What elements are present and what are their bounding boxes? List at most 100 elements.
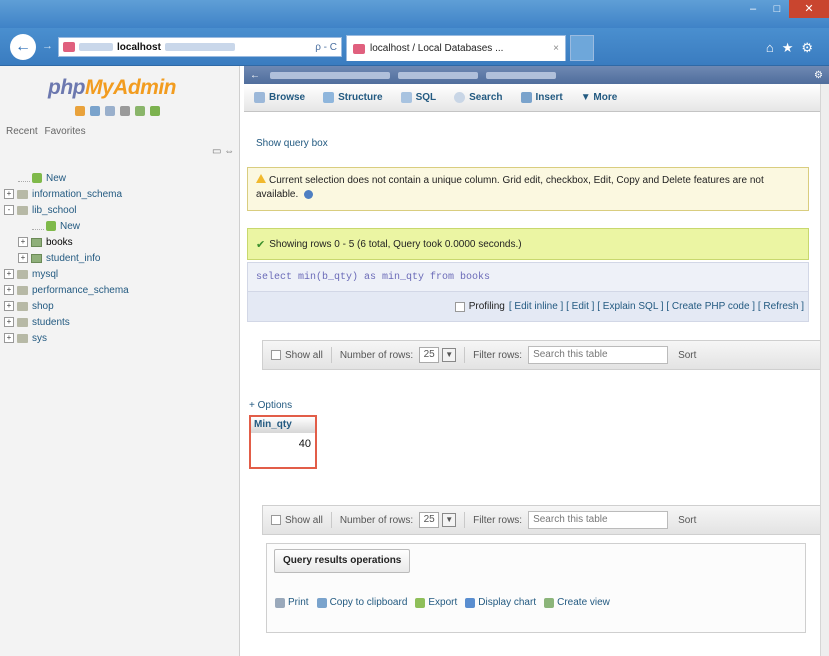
copy-to-clipboard-link[interactable]: Copy to clipboard [316,597,408,608]
rows-per-page-select[interactable]: 25 ▼ [419,512,457,528]
tab-search[interactable]: Search [454,92,503,103]
tree-item-student-info[interactable]: + student_info [4,250,236,266]
forward-button[interactable]: → [42,40,53,52]
vertical-scrollbar[interactable] [820,84,829,656]
tree-item-lib-school[interactable]: - lib_school [4,202,236,218]
tree-item-information-schema[interactable]: + information_schema [4,186,236,202]
print-link[interactable]: Print [275,597,309,608]
options-toggle[interactable]: + Options [249,400,292,411]
back-button[interactable]: ← [10,34,36,60]
help-icon[interactable] [304,189,314,199]
database-icon [17,205,28,215]
logo-myadmin-text: MyAdmin [84,76,177,99]
tree-item-label: sys [32,332,47,344]
tree-item-label: lib_school [32,204,77,216]
settings-gear-icon[interactable]: ⚙ [814,70,823,81]
help-icon[interactable] [105,106,115,116]
check-icon: ✔ [256,238,266,251]
tree-item-new[interactable]: New [4,218,236,234]
expand-icon[interactable]: + [4,269,14,279]
collapse-all-icon[interactable]: ▭ ⇔ [212,146,234,157]
print-label: Print [288,597,309,608]
success-text: Showing rows 0 - 5 (6 total, Query took … [269,238,522,250]
tab-structure[interactable]: Structure [323,92,383,103]
tab-insert[interactable]: Insert [520,92,563,103]
breadcrumb-server[interactable] [270,71,390,79]
tree-item-shop[interactable]: + shop [4,298,236,314]
expand-icon[interactable]: + [18,253,28,263]
home-icon[interactable]: ⌂ [766,40,782,55]
show-all-checkbox[interactable] [271,350,281,360]
tab-more[interactable]: ▼ More [581,92,618,103]
search-icon [454,92,466,103]
breadcrumb-table[interactable] [486,71,556,79]
column-header-min-qty[interactable]: Min_qty [251,417,315,433]
create-view-label: Create view [557,597,610,608]
minimize-button[interactable]: – [741,0,765,18]
tree-item-label: New [46,172,67,184]
rows-per-page-value: 25 [419,347,440,363]
collapse-nav-icon[interactable]: ← [250,70,260,81]
favorites-star-icon[interactable]: ★ [782,40,802,55]
address-controls[interactable]: ρ - C [315,42,337,53]
divider [330,347,332,363]
tree-item-sys[interactable]: + sys [4,330,236,346]
tree-item-students[interactable]: + students [4,314,236,330]
favorites-tab[interactable]: Favorites [44,126,85,137]
tree-item-performance-schema[interactable]: + performance_schema [4,282,236,298]
tree-item-label: student_info [46,252,101,264]
settings-gear-icon[interactable]: ⚙ [801,40,821,55]
filter-rows-input[interactable]: Search this table [528,511,669,529]
expand-icon[interactable]: + [4,301,14,311]
number-of-rows-label: Number of rows: [339,514,414,526]
collapse-icon[interactable]: - [4,205,14,215]
show-all-label: Show all [285,514,323,526]
browser-action-icons: ⌂★⚙ [766,40,821,56]
tab-favicon-icon [353,43,365,54]
browser-tab-active[interactable]: localhost / Local Databases ... × [346,35,566,61]
profiling-label: Profiling [468,301,505,312]
breadcrumb-database[interactable] [398,71,478,79]
filter-rows-input[interactable]: Search this table [528,346,669,364]
show-query-box-link[interactable]: Show query box [256,138,328,149]
reload-icon[interactable] [150,106,160,116]
logout-icon[interactable] [90,106,100,116]
rows-per-page-select[interactable]: 25 ▼ [419,347,457,363]
display-chart-link[interactable]: Display chart [465,597,536,608]
tab-sql[interactable]: SQL [400,92,436,103]
new-tab-button[interactable] [570,35,594,61]
tree-item-label: New [60,220,81,232]
number-of-rows-label: Number of rows: [339,349,414,361]
tab-browse[interactable]: Browse [254,92,305,103]
tree-item-new[interactable]: New [4,170,236,186]
profiling-checkbox[interactable] [454,301,465,312]
expand-icon[interactable]: + [4,333,14,343]
expand-icon[interactable]: + [18,237,28,247]
table-icon [31,253,42,263]
query-action-links[interactable]: [ Edit inline ] [ Edit ] [ Explain SQL ]… [509,301,804,312]
tree-item-books[interactable]: + books [4,234,236,250]
docs-icon[interactable] [120,106,130,116]
print-icon [275,597,285,608]
tree-item-mysql[interactable]: + mysql [4,266,236,282]
close-window-button[interactable]: ✕ [789,0,829,18]
show-all-checkbox[interactable] [271,515,281,525]
recent-tab[interactable]: Recent [6,126,38,137]
export-link[interactable]: Export [415,597,457,608]
copy-label: Copy to clipboard [329,597,408,608]
tree-item-label: books [46,236,73,248]
home-icon[interactable] [75,106,85,116]
database-icon [17,333,28,343]
expand-icon[interactable]: + [4,285,14,295]
expand-icon[interactable]: + [4,317,14,327]
expand-icon[interactable]: + [4,189,14,199]
phpmyadmin-logo[interactable]: phpMyAdmin [48,76,176,100]
address-bar[interactable]: localhost ρ - C [58,37,342,57]
create-view-link[interactable]: Create view [544,597,610,608]
maximize-button[interactable]: □ [765,0,789,18]
sort-label[interactable]: Sort [678,515,696,526]
view-icon [544,597,555,608]
settings-icon[interactable] [135,106,145,116]
sort-label[interactable]: Sort [678,350,696,361]
tab-close-icon[interactable]: × [553,43,559,54]
